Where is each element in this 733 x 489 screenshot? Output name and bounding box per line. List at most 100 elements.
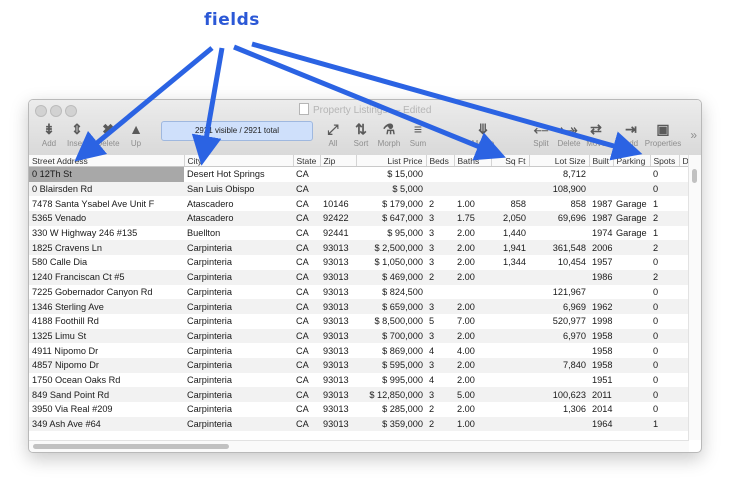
- table-cell[interactable]: Carpinteria: [184, 402, 293, 417]
- table-cell[interactable]: 0: [650, 314, 679, 329]
- table-cell[interactable]: $ 5,000: [356, 181, 426, 197]
- table-cell[interactable]: Atascadero: [184, 211, 293, 226]
- table-cell[interactable]: 92441: [320, 226, 356, 241]
- table-cell[interactable]: 0: [650, 285, 679, 300]
- table-cell[interactable]: $ 1,050,000: [356, 255, 426, 270]
- table-cell[interactable]: 858: [529, 196, 589, 211]
- table-cell[interactable]: CA: [293, 343, 320, 358]
- table-cell[interactable]: 1.75: [454, 211, 491, 226]
- table-cell[interactable]: CA: [293, 387, 320, 402]
- table-cell[interactable]: 4188 Foothill Rd: [29, 314, 184, 329]
- table-cell[interactable]: CA: [293, 196, 320, 211]
- table-cell[interactable]: [491, 285, 529, 300]
- table-cell[interactable]: 2: [426, 196, 454, 211]
- table-cell[interactable]: [491, 299, 529, 314]
- table-row[interactable]: 1240 Franciscan Ct #5 Carpinteria CA 93013 $…: [29, 269, 689, 285]
- table-cell[interactable]: $ 659,000: [356, 299, 426, 314]
- table-cell[interactable]: 1825 Cravens Ln: [29, 240, 184, 256]
- table-cell[interactable]: [613, 181, 650, 197]
- table-cell[interactable]: $ 15,000: [356, 167, 426, 182]
- table-cell[interactable]: 2,050: [491, 211, 529, 226]
- table-cell[interactable]: 7478 Santa Ysabel Ave Unit F: [29, 196, 184, 211]
- table-cell[interactable]: [529, 269, 589, 285]
- table-cell[interactable]: 2.00: [454, 255, 491, 270]
- table-row[interactable]: 1750 Ocean Oaks Rd Carpinteria CA 93013 $ 99…: [29, 373, 689, 388]
- table-cell[interactable]: [320, 167, 356, 182]
- table-cell[interactable]: [589, 285, 613, 300]
- table-cell[interactable]: [613, 343, 650, 358]
- table-cell[interactable]: 2: [426, 269, 454, 285]
- table-cell[interactable]: CA: [293, 299, 320, 314]
- table-cell[interactable]: 93013: [320, 402, 356, 417]
- table-cell[interactable]: 93013: [320, 269, 356, 285]
- table-cell[interactable]: 1: [650, 226, 679, 241]
- table-cell[interactable]: $ 647,000: [356, 211, 426, 226]
- table-cell[interactable]: 2006: [589, 240, 613, 256]
- table-cell[interactable]: 7,840: [529, 357, 589, 373]
- table-cell[interactable]: $ 359,000: [356, 416, 426, 432]
- table-cell[interactable]: CA: [293, 402, 320, 417]
- table-cell[interactable]: [529, 343, 589, 358]
- table-cell[interactable]: 2.00: [454, 240, 491, 256]
- table-cell[interactable]: Buellton: [184, 226, 293, 241]
- table-cell[interactable]: 2.00: [454, 373, 491, 388]
- table-row[interactable]: 1346 Sterling Ave Carpinteria CA 93013 $ 659…: [29, 299, 689, 314]
- table-cell[interactable]: [491, 328, 529, 344]
- table-cell[interactable]: [454, 285, 491, 300]
- table-cell[interactable]: 2.00: [454, 269, 491, 285]
- table-cell[interactable]: 4: [426, 343, 454, 358]
- table-cell[interactable]: San Luis Obispo: [184, 181, 293, 197]
- table-cell[interactable]: 520,977: [529, 314, 589, 329]
- table-cell[interactable]: 1958: [589, 328, 613, 344]
- table-cell[interactable]: 6,970: [529, 328, 589, 344]
- table-cell[interactable]: 93013: [320, 255, 356, 270]
- table-cell[interactable]: 1,440: [491, 226, 529, 241]
- table-row[interactable]: 849 Sand Point Rd Carpinteria CA 93013 $ 12,…: [29, 387, 689, 402]
- toolbar-button-properties-col[interactable]: ▣ Properties: [641, 120, 685, 148]
- table-cell[interactable]: 2: [426, 402, 454, 417]
- table-cell[interactable]: 2014: [589, 402, 613, 417]
- zoom-window-button[interactable]: [65, 105, 77, 117]
- table-cell[interactable]: 2: [426, 416, 454, 432]
- table-cell[interactable]: 1,344: [491, 255, 529, 270]
- table-cell[interactable]: CA: [293, 328, 320, 344]
- column-header-parking[interactable]: Parking: [613, 155, 651, 167]
- table-cell[interactable]: [613, 240, 650, 256]
- table-cell[interactable]: 3: [426, 255, 454, 270]
- table-cell[interactable]: 1962: [589, 299, 613, 314]
- table-cell[interactable]: CA: [293, 167, 320, 182]
- table-cell[interactable]: Garage: [613, 226, 650, 241]
- table-cell[interactable]: [454, 167, 491, 182]
- table-cell[interactable]: 0: [650, 299, 679, 314]
- table-cell[interactable]: 92422: [320, 211, 356, 226]
- table-cell[interactable]: 0 Blairsden Rd: [29, 181, 184, 197]
- table-cell[interactable]: 5: [426, 314, 454, 329]
- table-cell[interactable]: [613, 328, 650, 344]
- table-cell[interactable]: 0: [650, 343, 679, 358]
- table-cell[interactable]: [613, 255, 650, 270]
- table-row[interactable]: 1825 Cravens Ln Carpinteria CA 93013 $ 2,500…: [29, 240, 689, 256]
- table-row[interactable]: 0 12Th St Desert Hot Springs CA $ 15,000 8,7…: [29, 166, 689, 182]
- table-cell[interactable]: 93013: [320, 314, 356, 329]
- table-cell[interactable]: CA: [293, 416, 320, 432]
- table-cell[interactable]: 0: [650, 357, 679, 373]
- table-cell[interactable]: $ 700,000: [356, 328, 426, 344]
- table-cell[interactable]: Carpinteria: [184, 255, 293, 270]
- table-cell[interactable]: 0: [650, 181, 679, 197]
- table-row[interactable]: 7225 Gobernador Canyon Rd Carpinteria CA 93…: [29, 285, 689, 300]
- table-cell[interactable]: Carpinteria: [184, 357, 293, 373]
- table-cell[interactable]: $ 179,000: [356, 196, 426, 211]
- column-header-baths[interactable]: Baths: [454, 155, 492, 167]
- table-cell[interactable]: $ 8,500,000: [356, 314, 426, 329]
- table-cell[interactable]: 6,969: [529, 299, 589, 314]
- table-cell[interactable]: $ 2,500,000: [356, 240, 426, 256]
- table-cell[interactable]: 2: [650, 240, 679, 256]
- table-row[interactable]: 4911 Nipomo Dr Carpinteria CA 93013 $ 869,00…: [29, 343, 689, 358]
- column-header-sq-ft[interactable]: Sq Ft: [491, 155, 530, 167]
- table-cell[interactable]: 3950 Via Real #209: [29, 402, 184, 417]
- table-cell[interactable]: 100,623: [529, 387, 589, 402]
- table-cell[interactable]: Carpinteria: [184, 314, 293, 329]
- column-header-state[interactable]: State: [293, 155, 321, 167]
- table-cell[interactable]: Carpinteria: [184, 299, 293, 314]
- table-row[interactable]: 5365 Venado Atascadero CA 92422 $ 647,000 3 1.…: [29, 211, 689, 226]
